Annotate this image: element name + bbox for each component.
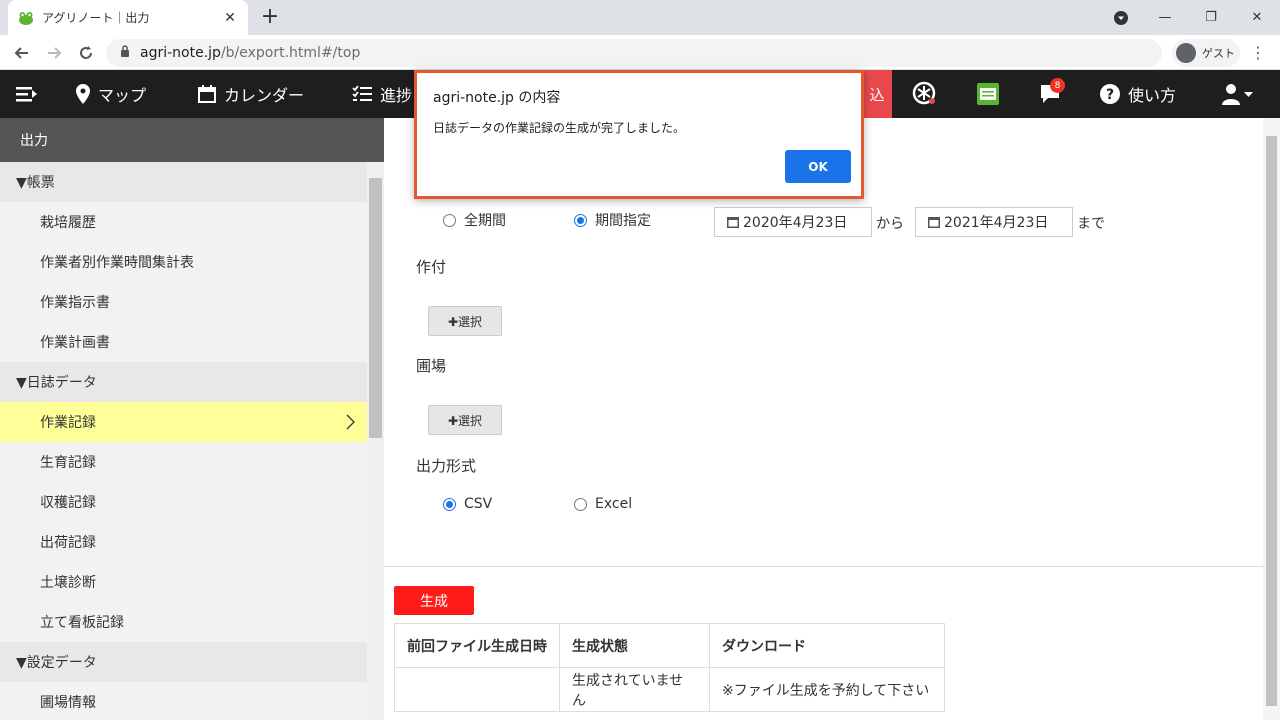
minimize-button[interactable]: — [1142,0,1188,35]
frog-favicon-icon [18,11,34,25]
url-bar[interactable]: agri-note.jp/b/export.html#/top [106,39,1162,67]
help-circle-icon: ? [1100,84,1120,104]
sidebar-section-reports[interactable]: ▼帳票 [0,162,367,202]
guest-avatar-icon [1176,43,1196,63]
user-menu-icon[interactable] [1222,70,1262,118]
format-csv-radio[interactable]: CSV [443,496,492,512]
field-select-button[interactable]: ✚選択 [428,405,502,435]
sidebar-item-harvest-records[interactable]: 収穫記録 [0,482,367,522]
sidebar-item-work-records[interactable]: 作業記録 [0,402,367,442]
guest-profile-button[interactable]: ゲスト [1172,39,1240,67]
generate-button[interactable]: 生成 [394,586,474,615]
checklist-icon [352,85,372,101]
maximize-button[interactable]: ❐ [1188,0,1234,35]
profile-menu-icon[interactable] [1098,0,1144,35]
calendar-icon [928,217,940,228]
map-pin-icon [76,84,90,104]
period-all-radio[interactable]: 全期間 [443,210,506,230]
from-label: から [876,216,904,232]
cell-last-generated [394,667,560,712]
col-status: 生成状態 [559,623,710,668]
calendar-icon [198,85,216,103]
sidebar-item-worker-hours[interactable]: 作業者別作業時間集計表 [0,242,367,282]
notification-count-badge: 8 [1050,78,1065,93]
table-header-row: 前回ファイル生成日時 生成状態 ダウンロード [394,623,945,668]
sidebar-scrollbar[interactable] [367,162,384,720]
format-excel-radio[interactable]: Excel [574,496,632,512]
format-section-label: 出力形式 [416,457,477,475]
dialog-ok-button[interactable]: OK [785,150,851,183]
dialog-message: 日誌データの作業記録の生成が完了しました。 [433,121,686,135]
reload-icon[interactable] [72,39,100,67]
sidebar-scroll-thumb[interactable] [369,178,382,438]
url-host: agri-note.jp [140,45,221,61]
sidebar-title: 出力 [0,118,384,162]
output-history-table: 前回ファイル生成日時 生成状態 ダウンロード 生成されていません ※ファイル生成… [394,623,945,712]
sidebar-item-shipping-records[interactable]: 出荷記録 [0,522,367,562]
date-to-input[interactable]: 2021年4月23日 [915,207,1073,237]
menu-toggle-icon[interactable] [16,70,46,118]
back-arrow-icon[interactable] [8,39,36,67]
sidebar-item-soil-diagnosis[interactable]: 土壌診断 [0,562,367,602]
to-label: まで [1077,216,1105,232]
sidebar: 出力 ▼帳票 栽培履歴 作業者別作業時間集計表 作業指示書 作業計画書 ▼日誌デ… [0,118,384,720]
nav-help[interactable]: ? 使い方 [1100,70,1176,118]
sidebar-item-work-plan[interactable]: 作業計画書 [0,322,367,362]
browser-addressbar: agri-note.jp/b/export.html#/top ゲスト ⋮ [0,35,1280,70]
col-last-generated: 前回ファイル生成日時 [394,623,560,668]
weather-icon[interactable] [912,70,946,118]
dialog-title: agri-note.jp の内容 [433,90,561,106]
sidebar-item-signboard-records[interactable]: 立て看板記録 [0,602,367,642]
new-tab-button[interactable]: + [258,4,282,30]
header-red-button[interactable]: 込 [862,70,892,118]
tab-close-icon[interactable]: ✕ [222,10,238,26]
crop-section-label: 作付 [416,258,447,276]
sidebar-item-cultivation-history[interactable]: 栽培履歴 [0,202,367,242]
url-path: /b/export.html#/top [220,45,361,61]
table-row: 生成されていません ※ファイル生成を予約して下さい [394,667,945,712]
lock-icon [120,45,130,61]
svg-text:?: ? [1106,87,1114,103]
notification-chat-icon[interactable]: 8 [1040,70,1070,118]
sidebar-item-field-info[interactable]: 圃場情報 [0,682,367,720]
calendar-icon [727,217,739,228]
guest-label: ゲスト [1202,47,1235,60]
sidebar-section-diary-data[interactable]: ▼日誌データ [0,362,367,402]
period-range-radio[interactable]: 期間指定 [574,210,651,230]
browser-menu-icon[interactable]: ⋮ [1248,39,1268,67]
window-close-button[interactable]: ✕ [1234,0,1280,35]
cell-status: 生成されていません [559,667,710,712]
sidebar-item-growth-records[interactable]: 生育記録 [0,442,367,482]
nav-calendar[interactable]: カレンダー [198,70,304,118]
nav-progress[interactable]: 進捗 [352,70,412,118]
main-scroll-thumb[interactable] [1266,136,1277,706]
tab-title: アグリノート｜出力 [42,11,150,25]
diary-book-icon[interactable] [976,70,1008,118]
forward-arrow-icon[interactable] [40,39,68,67]
section-divider [384,566,1264,567]
browser-tab[interactable]: アグリノート｜出力 ✕ [8,0,248,35]
date-from-input[interactable]: 2020年4月23日 [714,207,872,237]
chevron-right-icon [345,414,355,434]
col-download: ダウンロード [709,623,945,668]
main-scrollbar[interactable] [1263,118,1280,720]
alert-dialog: agri-note.jp の内容 日誌データの作業記録の生成が完了しました。 O… [414,70,864,199]
nav-map[interactable]: マップ [76,70,146,118]
sidebar-item-work-instructions[interactable]: 作業指示書 [0,282,367,322]
cell-download: ※ファイル生成を予約して下さい [709,667,945,712]
browser-tabbar: アグリノート｜出力 ✕ + — ❐ ✕ [0,0,1280,35]
sidebar-section-settings-data[interactable]: ▼設定データ [0,642,367,682]
field-section-label: 圃場 [416,357,447,375]
crop-select-button[interactable]: ✚選択 [428,306,502,336]
